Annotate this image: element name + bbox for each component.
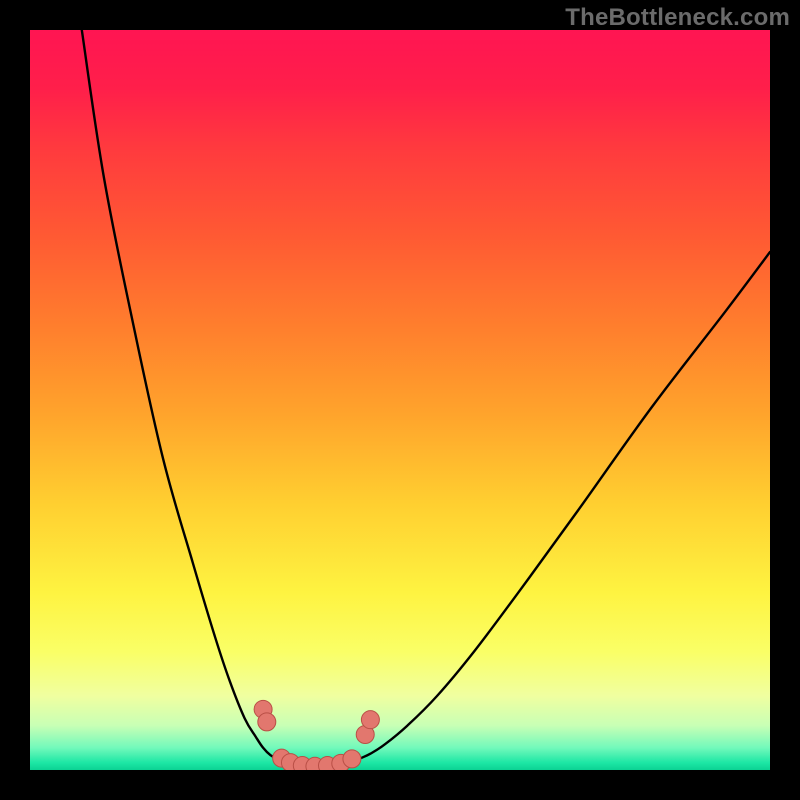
valley-marker-1: [258, 713, 276, 731]
watermark-text: TheBottleneck.com: [565, 4, 790, 32]
valley-marker-10: [361, 711, 379, 729]
bottleneck-curve: [82, 30, 770, 768]
valley-markers: [254, 700, 379, 770]
plot-area: [30, 30, 770, 770]
chart-stage: TheBottleneck.com: [0, 0, 800, 800]
curve-svg: [30, 30, 770, 770]
valley-marker-8: [343, 750, 361, 768]
